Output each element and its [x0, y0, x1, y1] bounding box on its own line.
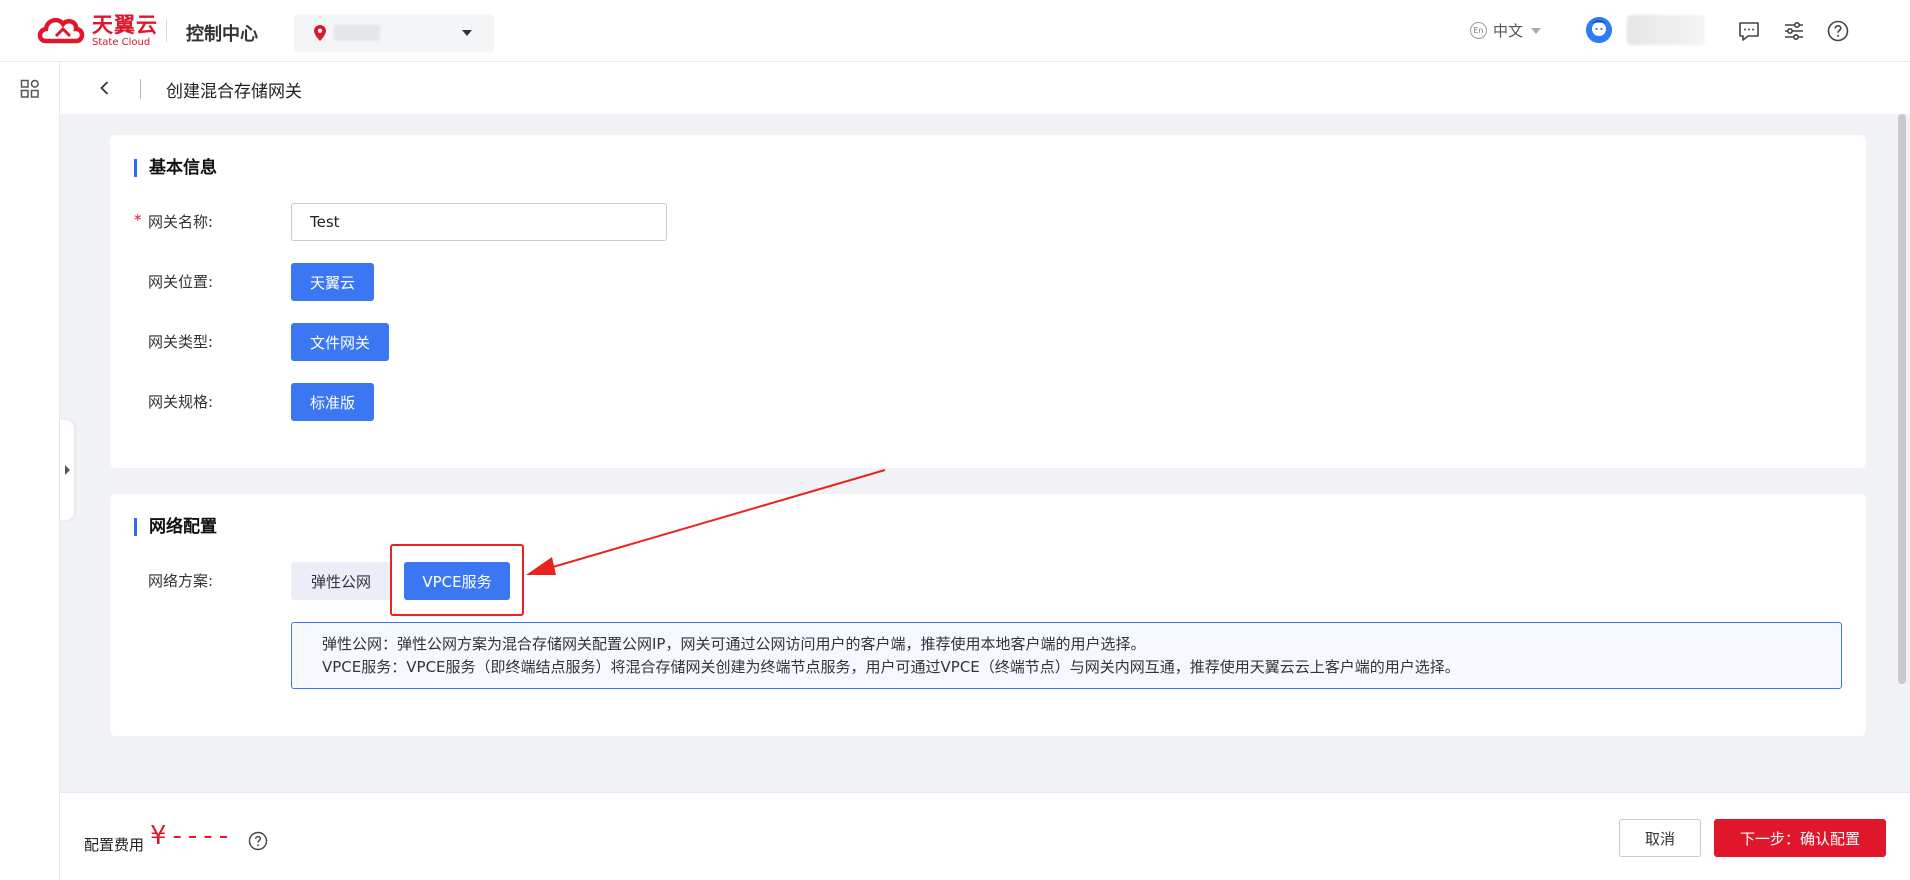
language-switcher[interactable]: En 中文 [1470, 20, 1542, 41]
network-config-card: 网络配置 网络方案: 弹性公网 VPCE服务 弹性公网：弹性公网方案为混合存储网… [110, 494, 1866, 736]
gateway-spec-option[interactable]: 标准版 [291, 383, 375, 421]
gateway-location-option[interactable]: 天翼云 [291, 263, 375, 301]
tianyi-cloud-logo[interactable]: 天翼云 State Cloud [36, 12, 158, 50]
config-fee-label: 配置费用 [84, 836, 145, 854]
apps-grid-icon[interactable] [20, 79, 40, 99]
basic-info-card: 基本信息 * 网关名称: 网关位置: 天翼云 网关类型: 文件网关 网关规格: … [110, 135, 1866, 468]
gateway-name-label: 网关名称: [148, 213, 214, 231]
sidebar-expand-toggle[interactable] [60, 420, 74, 520]
caret-down-icon [462, 30, 472, 36]
gateway-name-input[interactable] [291, 203, 667, 241]
next-confirm-config-button[interactable]: 下一步：确认配置 [1714, 819, 1886, 857]
location-pin-icon [314, 25, 326, 41]
config-fee-value: ¥---- [150, 821, 235, 851]
logo-en-text: State Cloud [92, 36, 151, 48]
network-plan-label: 网络方案: [148, 572, 214, 590]
left-nav-rail [0, 62, 60, 880]
gateway-spec-label: 网关规格: [148, 393, 214, 411]
console-title-link[interactable]: 控制中心 [186, 20, 258, 46]
info-line-vpce: VPCE服务：VPCE服务（即终端结点服务）将混合存储网关创建为终端节点服务，用… [322, 658, 1460, 676]
top-header: 天翼云 State Cloud 控制中心 En 中文 [0, 0, 1910, 62]
cloud-logo-icon [36, 14, 88, 48]
subheader-divider [140, 79, 141, 99]
user-avatar[interactable] [1586, 17, 1612, 43]
region-name-redacted [334, 25, 380, 41]
basic-info-title: 基本信息 [134, 159, 217, 177]
fee-help-icon[interactable] [248, 831, 268, 851]
annotation-highlight-box [390, 544, 524, 616]
region-selector[interactable] [294, 14, 494, 52]
required-asterisk: * [134, 211, 142, 229]
page-title: 创建混合存储网关 [166, 82, 302, 102]
gateway-type-option[interactable]: 文件网关 [291, 323, 390, 361]
elastic-public-ip-option[interactable]: 弹性公网 [291, 562, 391, 600]
network-config-title: 网络配置 [134, 518, 217, 536]
info-line-elastic: 弹性公网：弹性公网方案为混合存储网关配置公网IP，网关可通过公网访问用户的客户端… [322, 635, 1146, 653]
language-badge-icon: En [1470, 22, 1487, 39]
header-divider [166, 20, 167, 42]
logo-cn-text: 天翼云 [92, 12, 158, 37]
language-label: 中文 [1493, 22, 1524, 40]
back-arrow-icon[interactable] [96, 79, 114, 97]
network-plan-info: 弹性公网：弹性公网方案为混合存储网关配置公网IP，网关可通过公网访问用户的客户端… [291, 622, 1842, 689]
user-name-redacted[interactable] [1627, 15, 1705, 45]
page-footer: 配置费用 ¥---- 取消 下一步：确认配置 [60, 792, 1910, 880]
cancel-button[interactable]: 取消 [1619, 819, 1701, 857]
vertical-scrollbar[interactable] [1898, 114, 1906, 684]
logo-text: 天翼云 State Cloud [92, 12, 158, 48]
avatar-face-icon [1586, 17, 1612, 43]
gateway-location-label: 网关位置: [148, 273, 214, 291]
page-subheader: 创建混合存储网关 [60, 62, 1910, 114]
caret-down-icon [1531, 27, 1542, 34]
message-icon[interactable] [1737, 19, 1761, 43]
settings-sliders-icon[interactable] [1782, 19, 1806, 43]
help-icon[interactable] [1826, 19, 1850, 43]
gateway-type-label: 网关类型: [148, 333, 214, 351]
